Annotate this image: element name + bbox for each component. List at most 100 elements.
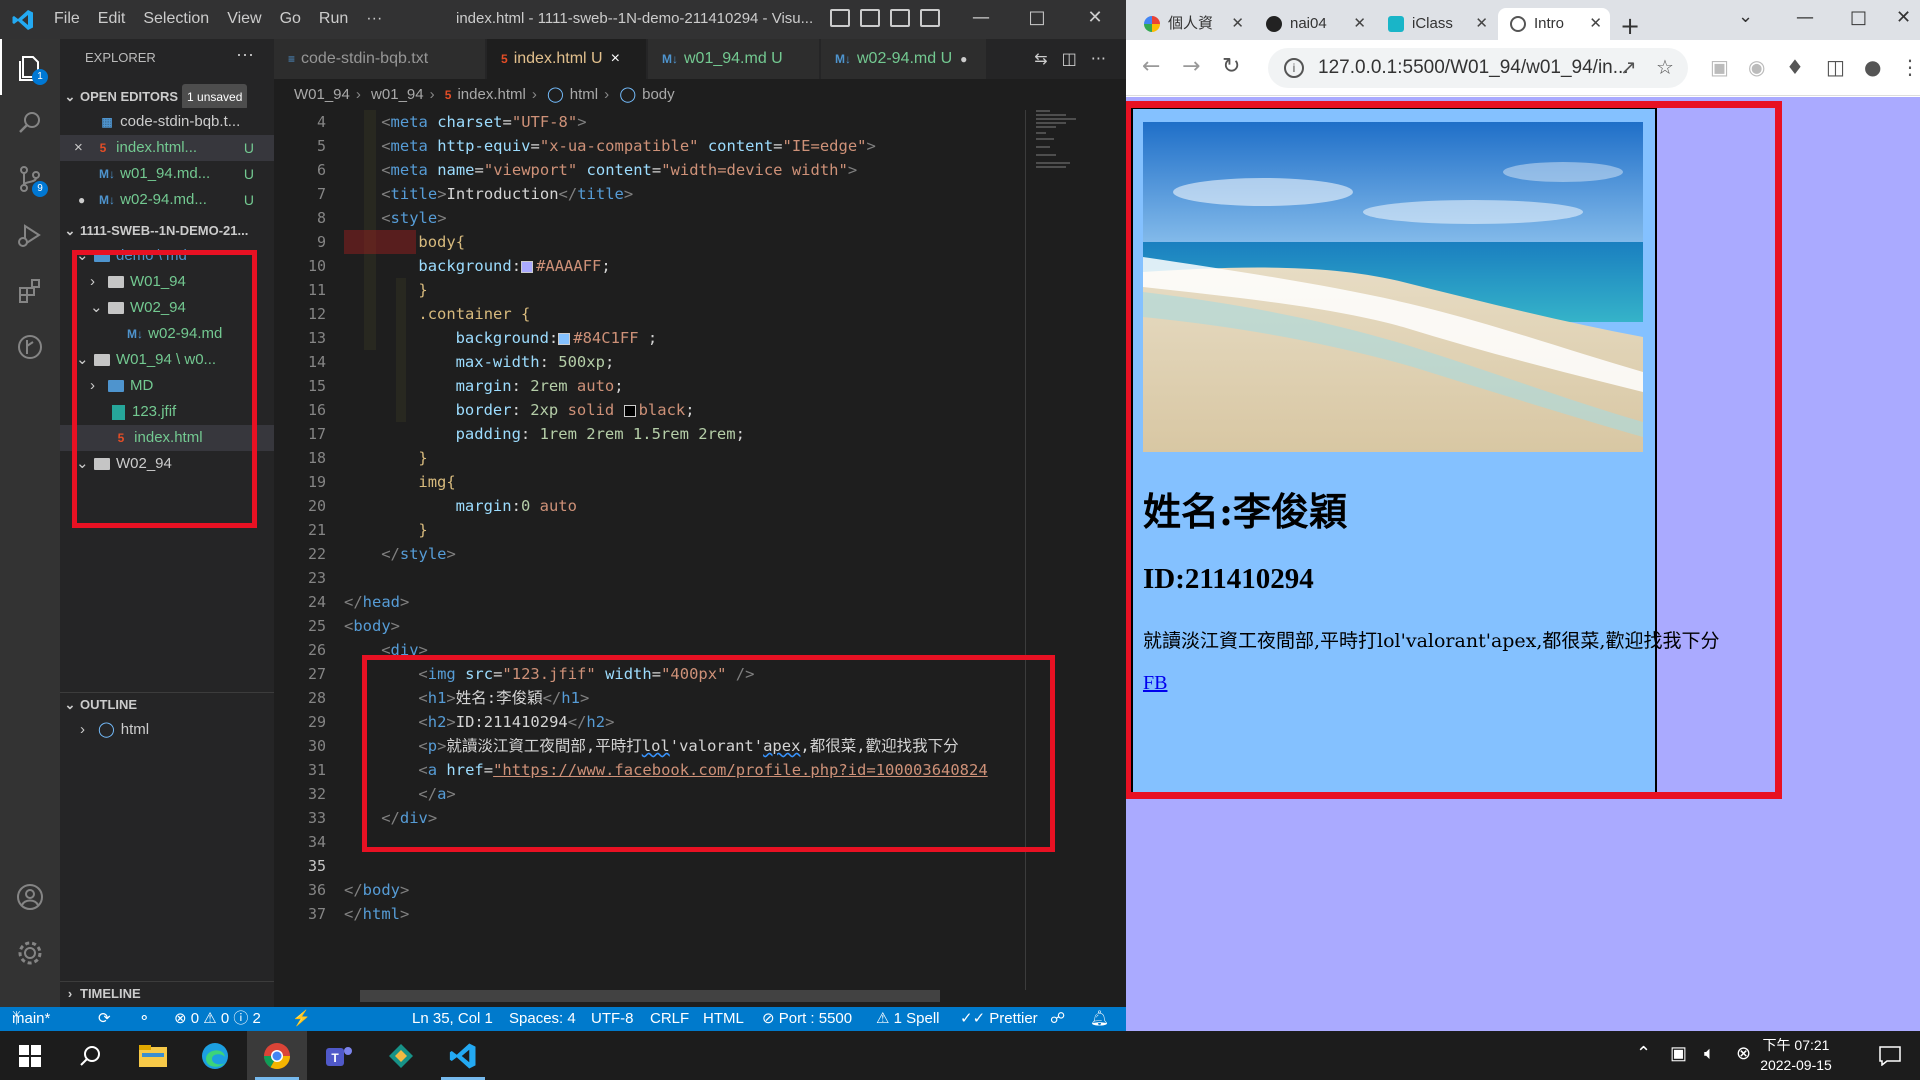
reload-icon[interactable]: ↻ (1222, 54, 1240, 79)
site-info-icon[interactable]: i (1284, 58, 1304, 78)
tab-index-html[interactable]: 5 index.html U × (487, 39, 647, 79)
sync-icon[interactable]: ⟳ (98, 1007, 111, 1031)
workspace-header[interactable]: ⌄ 1111-SWEB--1N-DEMO-21... (60, 219, 274, 243)
open-editor-item[interactable]: × 5 index.html... U (60, 135, 274, 161)
close-icon[interactable]: ✕ (1896, 7, 1911, 28)
outline-header[interactable]: ⌄ OUTLINE (60, 692, 274, 716)
color-swatch-icon[interactable] (558, 332, 571, 345)
problems-status[interactable]: ⊗ 0 ⚠ 0 ⓘ 2 (174, 1007, 261, 1031)
close-tab-icon[interactable]: ✕ (1589, 8, 1602, 40)
gitlens-activity[interactable] (0, 319, 60, 375)
close-icon[interactable]: ✕ (1080, 7, 1110, 28)
manage-activity[interactable] (0, 925, 60, 981)
chrome-tab[interactable]: 個人資 ✕ (1132, 8, 1252, 40)
new-tab-button[interactable]: + (1620, 12, 1640, 40)
outline-item-html[interactable]: › ◯ html (60, 717, 274, 743)
explorer-more-icon[interactable]: ··· (236, 44, 254, 65)
prettier-status[interactable]: ✓✓ Prettier (960, 1007, 1038, 1031)
eol-status[interactable]: CRLF (650, 1007, 689, 1031)
teams-button[interactable]: T (309, 1031, 369, 1080)
extension-icon[interactable]: ▣ (1710, 55, 1729, 79)
cursor-position[interactable]: Ln 35, Col 1 (412, 1007, 493, 1031)
vertical-scrollbar[interactable] (1112, 110, 1126, 990)
toggle-panel-icon[interactable] (860, 9, 880, 27)
edge-button[interactable] (185, 1031, 245, 1080)
minimize-icon[interactable]: — (966, 7, 996, 28)
horizontal-scrollbar[interactable] (360, 990, 940, 1002)
close-tab-icon[interactable]: ✕ (1353, 8, 1366, 40)
maximize-icon[interactable]: □ (1022, 7, 1052, 28)
customize-layout-icon[interactable] (920, 9, 940, 27)
tab-code-stdin[interactable]: ≡ code-stdin-bqb.txt (274, 39, 486, 79)
side-panel-icon[interactable]: ◫ (1826, 55, 1845, 79)
explorer-activity[interactable]: 1 (0, 39, 60, 95)
breadcrumb-item[interactable]: W01_94 (294, 86, 350, 103)
muted-mic-icon[interactable]: ⊗ (1736, 1043, 1751, 1064)
file-explorer-button[interactable] (123, 1031, 183, 1080)
accounts-activity[interactable] (0, 869, 60, 925)
menu-run[interactable]: Run (319, 10, 358, 28)
live-server-status[interactable]: ⊘ Port : 5500 (762, 1007, 852, 1031)
close-tab-icon[interactable]: ✕ (1231, 8, 1244, 40)
breadcrumb-item[interactable]: index.html (457, 86, 525, 103)
live-share-icon[interactable]: ☍ (1050, 1007, 1065, 1031)
lightning-icon[interactable]: ⚡ (292, 1007, 311, 1031)
menu-selection[interactable]: Selection (143, 10, 219, 28)
run-debug-activity[interactable] (0, 207, 60, 263)
back-icon[interactable]: ← (1142, 54, 1160, 79)
minimize-icon[interactable]: — (1796, 7, 1814, 28)
encoding-status[interactable]: UTF-8 (591, 1007, 634, 1031)
extensions-puzzle-icon[interactable]: ♦ (1786, 55, 1804, 79)
vscode-button[interactable] (433, 1031, 493, 1080)
color-swatch-icon[interactable] (521, 260, 534, 273)
extension-icon[interactable]: ◉ (1748, 55, 1765, 79)
chrome-tab-active[interactable]: Intro ✕ (1498, 8, 1610, 40)
gitkraken-button[interactable] (371, 1031, 431, 1080)
forward-icon[interactable]: → (1182, 54, 1200, 79)
breadcrumb-item[interactable]: body (642, 86, 675, 103)
chrome-tab[interactable]: iClass ✕ (1376, 8, 1496, 40)
chrome-tab[interactable]: nai04 ✕ (1254, 8, 1374, 40)
color-swatch-icon[interactable] (623, 404, 636, 417)
search-activity[interactable] (0, 95, 60, 151)
notification-center-button[interactable] (1860, 1031, 1920, 1080)
indentation-status[interactable]: Spaces: 4 (509, 1007, 576, 1031)
extensions-activity[interactable] (0, 263, 60, 319)
menu-go[interactable]: Go (280, 10, 311, 28)
search-button[interactable] (60, 1031, 120, 1080)
notifications-icon[interactable]: 🔔︎ (1090, 1007, 1109, 1031)
menu-file[interactable]: File (54, 10, 90, 28)
spell-status[interactable]: ⚠ 1 Spell (876, 1007, 939, 1031)
profile-avatar-icon[interactable]: ● (1864, 55, 1881, 79)
chrome-menu-icon[interactable]: ⋮ (1900, 55, 1920, 79)
timeline-header[interactable]: › TIMELINE (60, 981, 274, 1005)
menu-more[interactable]: ··· (366, 10, 392, 28)
language-status[interactable]: HTML (703, 1007, 744, 1031)
open-editor-item[interactable]: M↓ w01_94.md... U (60, 161, 274, 187)
taskbar-clock[interactable]: 下午 07:21 2022-09-15 (1756, 1035, 1836, 1075)
git-graph-icon[interactable]: ⚬ (138, 1007, 151, 1031)
tray-expand-icon[interactable]: ⌃ (1636, 1043, 1651, 1064)
menu-edit[interactable]: Edit (98, 10, 136, 28)
editor-more-icon[interactable]: ··· (1091, 49, 1106, 68)
close-tab-icon[interactable]: × (611, 50, 620, 67)
start-button[interactable] (0, 1031, 60, 1080)
open-editor-item[interactable]: ● M↓ w02-94.md... U (60, 187, 274, 213)
split-editor-icon[interactable]: ◫ (1062, 49, 1077, 68)
source-control-activity[interactable]: 9 (0, 151, 60, 207)
minimap[interactable] (1026, 110, 1112, 990)
open-editors-header[interactable]: ⌄ OPEN EDITORS 1 unsaved (60, 84, 274, 108)
open-changes-icon[interactable]: ⇆ (1034, 49, 1047, 68)
breadcrumb-item[interactable]: w01_94 (371, 86, 424, 103)
code-editor[interactable]: <meta charset="UTF-8"> <meta http-equiv="… (344, 110, 1024, 990)
share-icon[interactable]: ↗ (1620, 55, 1637, 79)
open-editor-item[interactable]: ▦ code-stdin-bqb.t... (60, 109, 274, 135)
maximize-icon[interactable]: □ (1850, 7, 1867, 28)
volume-icon[interactable]: 🔈︎ (1704, 1043, 1715, 1064)
menu-view[interactable]: View (227, 10, 271, 28)
tab-w01-md[interactable]: M↓ w01_94.md U (648, 39, 820, 79)
tab-search-icon[interactable]: ⌄ (1738, 6, 1753, 27)
close-tab-icon[interactable]: ✕ (1475, 8, 1488, 40)
toggle-primary-sidebar-icon[interactable] (830, 9, 850, 27)
toggle-secondary-sidebar-icon[interactable] (890, 9, 910, 27)
